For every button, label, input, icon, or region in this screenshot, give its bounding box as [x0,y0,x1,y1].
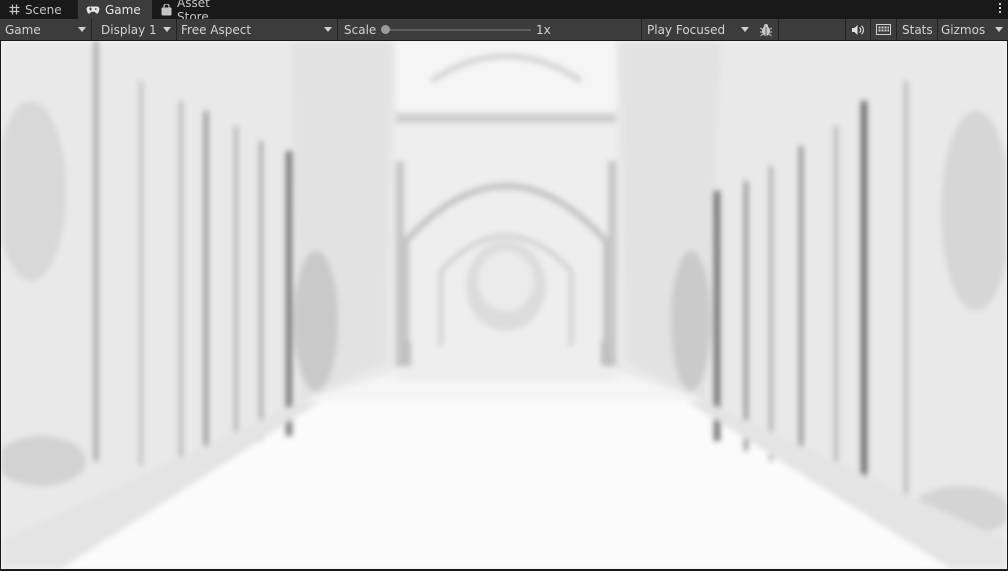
aspect-select-dropdown[interactable]: Free Aspect [176,19,337,40]
keyboard-icon[interactable] [871,19,896,40]
chevron-down-icon [163,27,171,32]
tab-scene[interactable]: Scene [0,0,78,19]
toolbar-divider [778,19,779,40]
scale-value: 1x [531,19,571,40]
view-select-dropdown[interactable]: Game [0,19,91,40]
grid-icon [9,4,20,15]
tab-game-label: Game [105,2,141,17]
chevron-down-icon [741,27,749,32]
chevron-down-icon [324,27,332,32]
chevron-down-icon [995,27,1003,32]
scale-label-text: Scale [344,22,377,37]
play-mode-value: Play Focused [647,22,726,37]
view-select-value: Game [5,22,41,37]
stats-label: Stats [902,22,933,37]
toolbar-divider [896,19,897,40]
editor-tab-bar: Scene Game Asset Store [0,0,1008,24]
tab-game[interactable]: Game [78,0,152,19]
scale-value-text: 1x [536,22,551,37]
toolbar-divider [337,19,338,40]
gizmos-label: Gizmos [941,22,986,37]
game-render-image [1,41,1007,569]
speaker-icon[interactable] [846,19,870,40]
bag-icon [161,3,172,16]
game-viewport[interactable] [1,41,1007,569]
display-select-dropdown[interactable]: Display 1 [96,19,176,40]
vertical-dots-icon[interactable] [998,3,1002,15]
scale-slider[interactable] [385,29,531,31]
gizmos-dropdown[interactable]: Gizmos [937,19,1008,40]
scale-label: Scale [339,19,379,40]
gamepad-icon [86,5,100,15]
aspect-select-value: Free Aspect [181,22,252,37]
chevron-down-icon [78,27,86,32]
stats-button[interactable]: Stats [898,19,938,40]
toolbar-divider [91,19,92,40]
tab-scene-label: Scene [25,2,62,17]
display-select-value: Display 1 [101,22,157,37]
tab-asset-store[interactable]: Asset Store [152,0,254,24]
play-mode-dropdown[interactable]: Play Focused [642,19,754,40]
scale-slider-handle[interactable] [381,25,390,34]
bug-icon[interactable] [754,19,778,40]
